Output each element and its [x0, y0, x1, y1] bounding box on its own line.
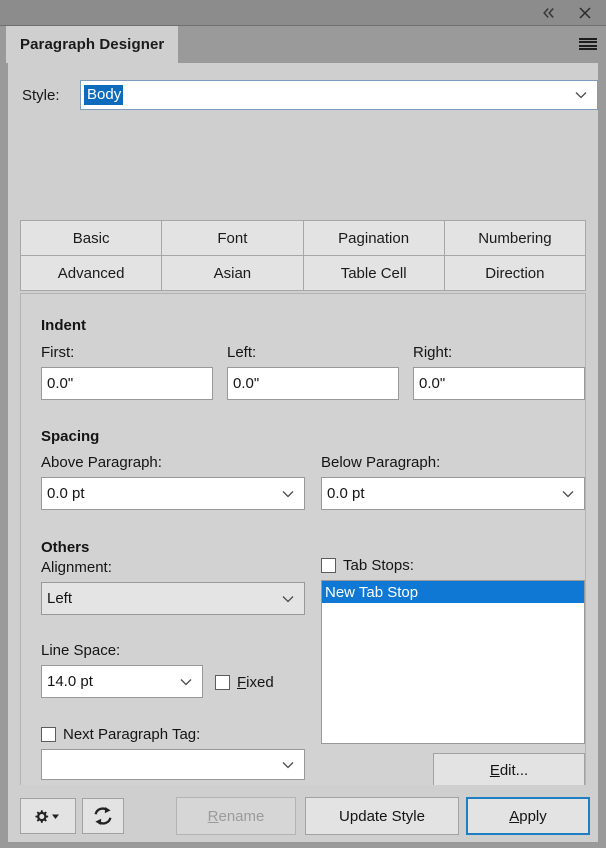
rename-button-label: Rename — [207, 807, 265, 825]
update-style-button[interactable]: Update Style — [305, 797, 459, 835]
chevron-down-icon — [281, 760, 295, 769]
fixed-checkbox-row[interactable]: Fixed — [215, 674, 274, 691]
alignment-value: Left — [47, 590, 73, 607]
style-combobox-value: Body — [84, 85, 124, 105]
hamburger-menu-icon[interactable] — [574, 30, 602, 58]
close-icon[interactable] — [568, 1, 602, 25]
list-item[interactable]: New Tab Stop — [322, 581, 584, 603]
next-paragraph-tag-dropdown[interactable] — [41, 749, 305, 780]
alignment-label: Alignment: — [41, 559, 112, 576]
footer-right-gutter — [598, 785, 606, 848]
fixed-label-rest: ixed — [246, 674, 274, 691]
tab-direction[interactable]: Direction — [444, 256, 586, 291]
panel-content: Style: Body Basic Font Pagination Number… — [8, 63, 598, 793]
tab-direction-label: Direction — [485, 264, 545, 282]
tab-stops-checkbox-row[interactable]: Tab Stops: — [321, 557, 414, 574]
others-section-title: Others — [41, 539, 90, 556]
left-edge-gutter — [0, 63, 8, 785]
spacing-above-value: 0.0 pt — [47, 485, 85, 502]
footer-left-gutter — [0, 785, 8, 848]
edit-button-label: Edit... — [489, 761, 529, 779]
indent-first-input[interactable]: 0.0" — [41, 367, 213, 400]
spacing-above-dropdown[interactable]: 0.0 pt — [41, 477, 305, 510]
basic-tab-panel: Indent First: 0.0" Left: 0.0" Right: 0.0… — [20, 293, 586, 793]
settings-menu-button[interactable] — [20, 798, 76, 834]
footer-bottom-strip — [0, 842, 606, 848]
indent-section-title: Indent — [41, 317, 86, 334]
indent-first-label: First: — [41, 344, 75, 361]
style-label: Style: — [22, 86, 60, 104]
line-space-value: 14.0 pt — [47, 673, 93, 690]
tab-stops-checkbox[interactable] — [321, 558, 336, 573]
indent-right-value: 0.0" — [419, 375, 446, 392]
tab-stops-edit-button[interactable]: Edit... — [433, 753, 585, 787]
tab-stops-listbox[interactable]: New Tab Stop — [321, 580, 585, 744]
indent-right-label: Right: — [413, 344, 453, 361]
next-paragraph-tag-checkbox-row[interactable]: Next Paragraph Tag: — [41, 726, 200, 743]
chevron-down-icon — [561, 489, 575, 498]
right-edge-gutter — [598, 63, 606, 785]
indent-left-label: Left: — [227, 344, 257, 361]
spacing-section-title: Spacing — [41, 428, 100, 445]
chevron-down-icon — [179, 677, 193, 686]
alignment-dropdown[interactable]: Left — [41, 582, 305, 615]
fixed-checkbox[interactable] — [215, 675, 230, 690]
tab-asian-label: Asian — [213, 264, 252, 282]
tab-table-cell[interactable]: Table Cell — [303, 256, 445, 291]
tab-basic[interactable]: Basic — [21, 221, 163, 256]
next-paragraph-tag-label: Next Paragraph Tag: — [63, 726, 201, 743]
footer-bar: Rename Update Style Apply — [0, 785, 606, 848]
tab-numbering[interactable]: Numbering — [444, 221, 586, 256]
indent-first-value: 0.0" — [47, 375, 74, 392]
tab-pagination[interactable]: Pagination — [303, 221, 445, 256]
chevron-down-icon — [281, 594, 295, 603]
spacing-below-value: 0.0 pt — [327, 485, 365, 502]
tab-asian[interactable]: Asian — [162, 256, 304, 291]
tab-table-cell-label: Table Cell — [340, 264, 407, 282]
fixed-label: Fixed — [237, 674, 274, 691]
panel-tab-strip: Paragraph Designer — [0, 26, 606, 63]
spacing-below-label: Below Paragraph: — [321, 454, 441, 471]
spacing-above-label: Above Paragraph: — [41, 454, 162, 471]
property-tab-grid: Basic Font Pagination Numbering Advanced… — [20, 220, 586, 291]
hamburger-glyph — [579, 37, 597, 51]
update-style-button-label: Update Style — [339, 807, 425, 825]
refresh-icon — [94, 807, 112, 825]
chevron-down-icon — [574, 91, 588, 100]
next-paragraph-tag-checkbox[interactable] — [41, 727, 56, 742]
gear-dropdown-icon — [35, 810, 59, 823]
refresh-button[interactable] — [82, 798, 124, 834]
tab-basic-label: Basic — [72, 229, 110, 247]
title-bar-buttons — [532, 0, 602, 25]
tab-advanced-label: Advanced — [57, 264, 125, 282]
indent-right-input[interactable]: 0.0" — [413, 367, 585, 400]
apply-button-label: Apply — [509, 807, 547, 825]
tab-stop-item-label: New Tab Stop — [325, 583, 419, 601]
indent-left-input[interactable]: 0.0" — [227, 367, 399, 400]
panel-tab-paragraph-designer[interactable]: Paragraph Designer — [6, 26, 179, 63]
rename-button[interactable]: Rename — [176, 797, 296, 835]
panel-tab-label: Paragraph Designer — [20, 36, 165, 53]
spacing-below-dropdown[interactable]: 0.0 pt — [321, 477, 585, 510]
style-combobox[interactable]: Body — [80, 80, 598, 110]
panel-body: Style: Body Basic Font Pagination Number… — [0, 63, 606, 793]
tab-font[interactable]: Font — [162, 221, 304, 256]
tab-advanced[interactable]: Advanced — [21, 256, 163, 291]
line-space-label: Line Space: — [41, 642, 121, 659]
title-bar — [0, 0, 606, 26]
style-row: Style: Body — [8, 79, 598, 111]
chevron-down-icon — [281, 489, 295, 498]
line-space-dropdown[interactable]: 14.0 pt — [41, 665, 203, 698]
indent-left-value: 0.0" — [233, 375, 260, 392]
tab-pagination-label: Pagination — [338, 229, 410, 247]
paragraph-designer-window: Paragraph Designer Style: Body Basic Fon… — [0, 0, 606, 848]
tab-stops-label: Tab Stops: — [343, 557, 414, 574]
apply-button[interactable]: Apply — [466, 797, 590, 835]
collapse-icon[interactable] — [532, 1, 566, 25]
tab-numbering-label: Numbering — [478, 229, 552, 247]
tab-font-label: Font — [217, 229, 248, 247]
